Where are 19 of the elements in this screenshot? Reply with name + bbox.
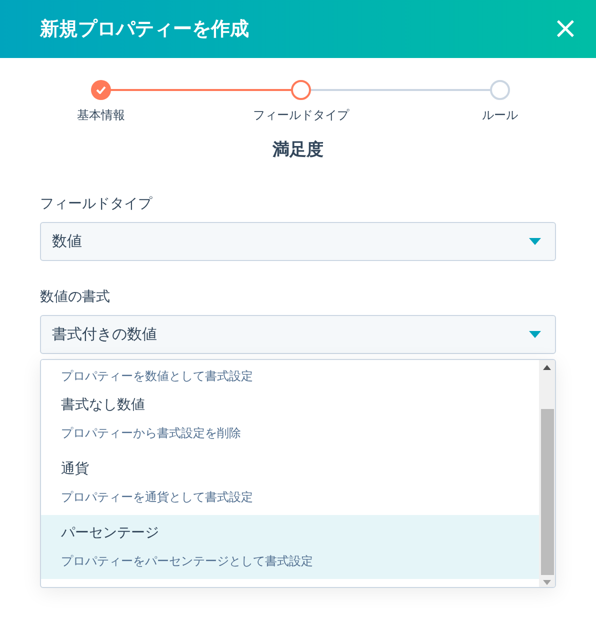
select-field[interactable]: 数値 <box>40 222 556 260</box>
select-value: 書式付きの数値 <box>52 324 157 345</box>
field-label: フィールドタイプ <box>40 196 152 212</box>
dropdown-option[interactable]: パーセンテージ プロパティーをパーセンテージとして書式設定 <box>41 514 539 578</box>
field-label: 数値の書式 <box>40 288 110 304</box>
caret-icon <box>529 238 541 244</box>
property-name: 満足度 <box>272 140 324 160</box>
caret-icon <box>529 330 541 338</box>
step-label: フィールドタイプ <box>253 107 349 124</box>
scrollbar[interactable] <box>539 360 555 586</box>
scroll-up-icon[interactable] <box>543 364 551 370</box>
dropdown-option[interactable]: プロパティーを数値として書式設定 <box>41 360 539 386</box>
select-field[interactable]: 書式付きの数値 <box>40 314 556 354</box>
step-label: 基本情報 <box>77 107 125 124</box>
step-label: ルール <box>482 107 518 124</box>
scroll-down-icon[interactable] <box>543 580 551 584</box>
dialog-title: 新規プロパティーを作成 <box>40 16 249 42</box>
scrollbar-thumb[interactable] <box>540 408 554 574</box>
select-value: 数値 <box>52 230 82 252</box>
